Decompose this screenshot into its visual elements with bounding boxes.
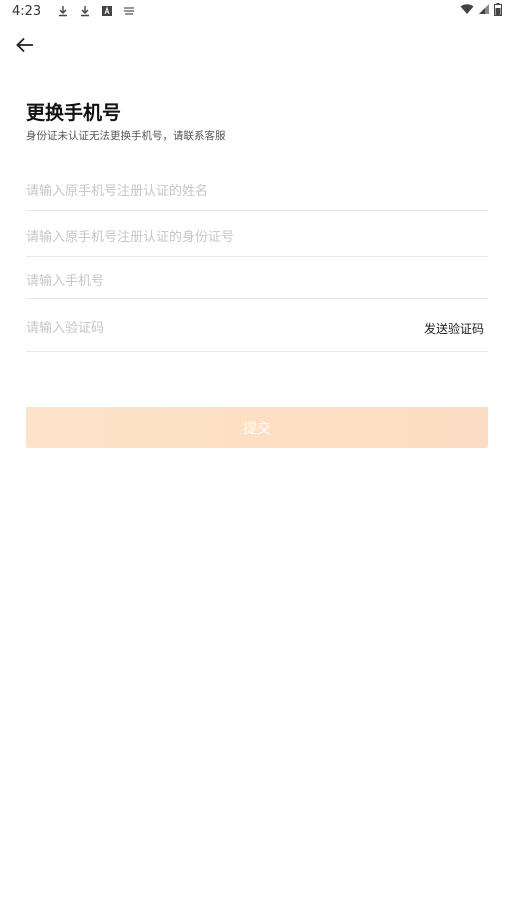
status-time: 4:23 bbox=[12, 3, 42, 19]
page-subtitle: 身份证未认证无法更换手机号，请联系客服 bbox=[26, 130, 226, 142]
status-bar: 4:23 bbox=[0, 0, 514, 22]
notification-icon bbox=[123, 5, 135, 17]
battery-icon bbox=[494, 2, 502, 20]
submit-button[interactable]: 提交 bbox=[26, 407, 488, 448]
id-field-row bbox=[26, 218, 488, 257]
wifi-icon bbox=[460, 3, 474, 19]
send-code-button[interactable]: 发送验证码 bbox=[424, 320, 488, 337]
download-icon bbox=[57, 5, 69, 17]
signal-icon bbox=[478, 3, 490, 19]
verification-code-input[interactable] bbox=[26, 313, 424, 344]
phone-input[interactable] bbox=[26, 266, 488, 296]
name-field-row bbox=[26, 172, 488, 211]
name-input[interactable] bbox=[26, 176, 488, 206]
change-phone-screen: 4:23 更换手机号 身份证未认证无法更换手机号，请联系客服 请输入原手机号注册… bbox=[0, 0, 514, 915]
phone-field-row bbox=[26, 264, 488, 299]
download-icon bbox=[79, 5, 91, 17]
status-right bbox=[460, 2, 502, 20]
a-box-icon bbox=[101, 5, 113, 17]
page-title: 更换手机号 bbox=[26, 102, 122, 124]
arrow-left-icon bbox=[16, 37, 34, 57]
back-button[interactable] bbox=[12, 34, 38, 60]
status-left: 4:23 bbox=[12, 4, 135, 19]
code-field-row: 发送验证码 bbox=[26, 306, 488, 352]
id-number-input[interactable] bbox=[26, 222, 488, 252]
